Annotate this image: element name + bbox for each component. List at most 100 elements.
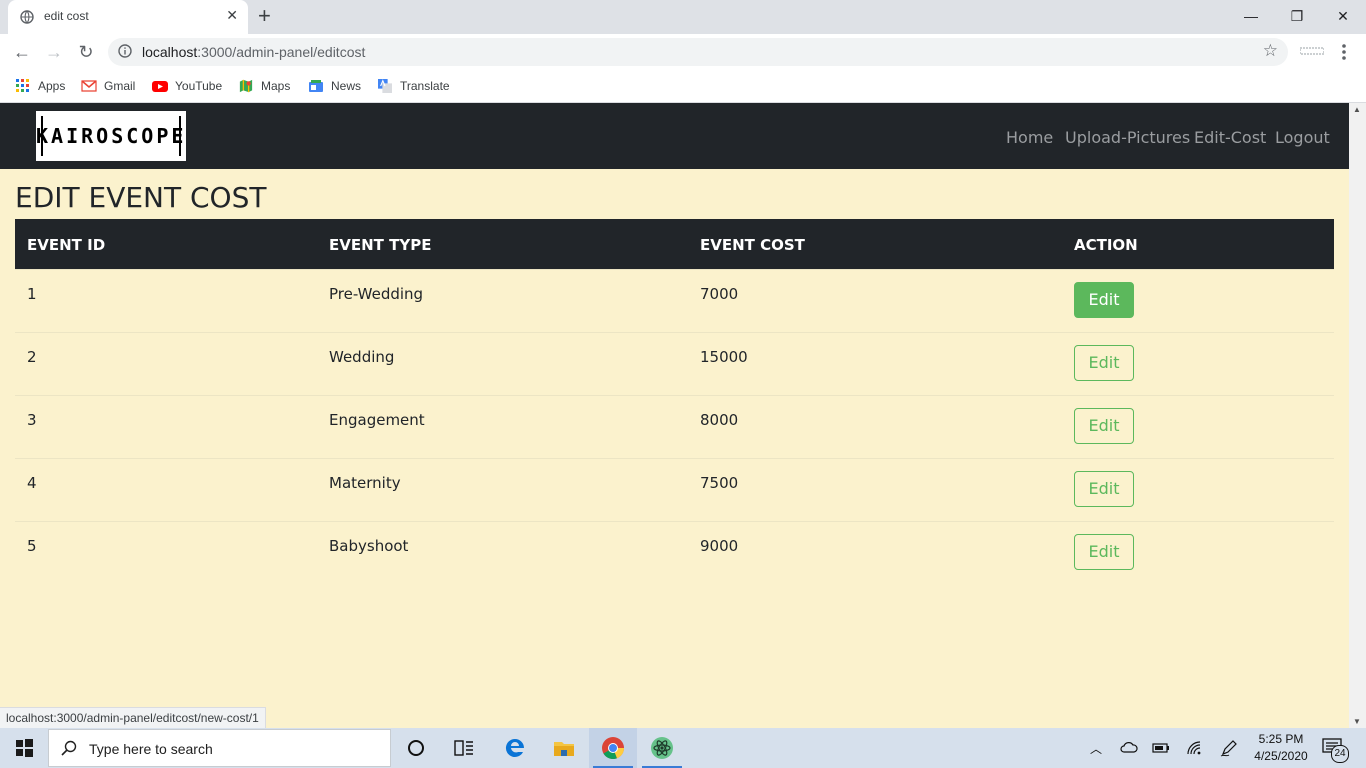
task-view-icon bbox=[454, 740, 473, 756]
bookmark-label: News bbox=[331, 79, 362, 93]
nav-link-home[interactable]: Home bbox=[1006, 128, 1053, 147]
browser-tab[interactable]: edit cost ✕ bbox=[8, 0, 248, 34]
minimize-button[interactable]: — bbox=[1228, 4, 1274, 30]
bookmark-label: Apps bbox=[38, 79, 66, 93]
wifi-icon[interactable] bbox=[1186, 740, 1202, 756]
bookmark-label: Maps bbox=[261, 79, 291, 93]
event-type-cell: Babyshoot bbox=[329, 537, 409, 555]
atom-taskbar-button[interactable] bbox=[638, 728, 686, 768]
pen-ink-icon[interactable] bbox=[1220, 739, 1238, 757]
event-id-cell: 5 bbox=[27, 537, 37, 555]
file-explorer-taskbar-button[interactable] bbox=[540, 728, 588, 768]
tab-close-icon[interactable]: ✕ bbox=[226, 7, 238, 24]
edit-button[interactable]: Edit bbox=[1074, 471, 1134, 507]
column-header-event-cost: EVENT COST bbox=[700, 236, 805, 254]
event-cost-cell: 9000 bbox=[700, 537, 739, 555]
new-tab-button[interactable]: + bbox=[258, 3, 271, 29]
edit-button[interactable]: Edit bbox=[1074, 534, 1134, 570]
event-id-cell: 2 bbox=[27, 348, 37, 366]
nav-link-logout[interactable]: Logout bbox=[1275, 128, 1330, 147]
edit-button[interactable]: Edit bbox=[1074, 282, 1134, 318]
event-cost-cell: 7500 bbox=[700, 474, 739, 492]
event-type-cell: Pre-Wedding bbox=[329, 285, 424, 303]
event-id-cell: 4 bbox=[27, 474, 37, 492]
nav-link-upload-pictures[interactable]: Upload-Pictures bbox=[1065, 128, 1190, 147]
bookmark-news[interactable]: News bbox=[308, 77, 361, 95]
tray-chevron-icon[interactable]: ︿ bbox=[1090, 740, 1102, 757]
scroll-up-icon[interactable]: ▲ bbox=[1353, 105, 1361, 114]
edge-taskbar-button[interactable] bbox=[491, 728, 539, 768]
page-scrollbar[interactable]: ▲ ▼ bbox=[1349, 103, 1366, 728]
bookmark-star-icon[interactable]: ☆ bbox=[1263, 41, 1278, 61]
event-cost-cell: 7000 bbox=[700, 285, 739, 303]
maps-icon bbox=[239, 79, 253, 93]
page-title: EDIT EVENT COST bbox=[15, 181, 267, 214]
notification-count-badge: 24 bbox=[1331, 745, 1349, 763]
windows-start-icon[interactable] bbox=[0, 728, 48, 768]
site-logo[interactable]: KAIROSCOPE bbox=[36, 111, 186, 161]
chrome-taskbar-button[interactable] bbox=[589, 728, 637, 768]
bookmark-youtube[interactable]: YouTube bbox=[152, 77, 222, 95]
address-bar[interactable]: localhost:3000/admin-panel/editcost ☆ bbox=[108, 38, 1288, 66]
apps-grid-icon bbox=[16, 79, 29, 92]
tab-title: edit cost bbox=[44, 9, 89, 23]
table-row: 3 Engagement 8000 Edit bbox=[15, 395, 1334, 459]
extension-icon[interactable] bbox=[1300, 47, 1324, 55]
translate-icon bbox=[378, 79, 392, 93]
nav-link-edit-cost[interactable]: Edit-Cost bbox=[1194, 128, 1266, 147]
edit-button[interactable]: Edit bbox=[1074, 408, 1134, 444]
column-header-event-id: EVENT ID bbox=[27, 236, 106, 254]
event-id-cell: 3 bbox=[27, 411, 37, 429]
edit-button[interactable]: Edit bbox=[1074, 345, 1134, 381]
logo-text: KAIROSCOPE bbox=[36, 124, 187, 148]
forward-button[interactable]: → bbox=[42, 40, 66, 64]
battery-icon[interactable] bbox=[1152, 742, 1170, 754]
search-icon bbox=[61, 740, 77, 756]
link-status-bar: localhost:3000/admin-panel/editcost/new-… bbox=[0, 707, 266, 730]
search-placeholder: Type here to search bbox=[89, 741, 213, 757]
table-header: EVENT ID EVENT TYPE EVENT COST ACTION bbox=[15, 219, 1334, 269]
globe-icon bbox=[20, 10, 34, 24]
news-icon bbox=[309, 80, 323, 92]
event-type-cell: Wedding bbox=[329, 348, 395, 366]
column-header-event-type: EVENT TYPE bbox=[329, 236, 432, 254]
folder-icon bbox=[554, 742, 574, 756]
table-row: 1 Pre-Wedding 7000 Edit bbox=[15, 269, 1334, 333]
taskbar-search-box[interactable]: Type here to search bbox=[48, 729, 391, 767]
clock-time: 5:25 PM bbox=[1258, 732, 1304, 746]
event-type-cell: Engagement bbox=[329, 411, 425, 429]
restore-button[interactable]: ❐ bbox=[1274, 4, 1320, 30]
scroll-down-icon[interactable]: ▼ bbox=[1353, 717, 1361, 726]
cortana-button[interactable] bbox=[392, 728, 440, 768]
bookmark-label: YouTube bbox=[175, 79, 223, 93]
clock-date: 4/25/2020 bbox=[1254, 749, 1308, 763]
url-host: localhost bbox=[142, 44, 198, 60]
onedrive-icon[interactable] bbox=[1120, 741, 1138, 753]
edge-icon bbox=[505, 738, 524, 757]
url-text: localhost:3000/admin-panel/editcost bbox=[142, 44, 365, 60]
atom-icon bbox=[651, 737, 673, 759]
info-icon[interactable] bbox=[118, 44, 132, 58]
browser-menu-icon[interactable] bbox=[1336, 40, 1352, 64]
bookmark-translate[interactable]: Translate bbox=[377, 77, 450, 95]
notification-center-button[interactable]: 24 bbox=[1322, 738, 1349, 763]
task-view-button[interactable] bbox=[440, 728, 488, 768]
event-type-cell: Maternity bbox=[329, 474, 401, 492]
close-window-button[interactable]: ✕ bbox=[1320, 4, 1366, 30]
bookmark-maps[interactable]: Maps bbox=[238, 77, 290, 95]
back-button[interactable]: ← bbox=[10, 40, 34, 64]
page-content: KAIROSCOPE Home Upload-Pictures Edit-Cos… bbox=[0, 103, 1349, 728]
reload-button[interactable]: ↻ bbox=[74, 40, 98, 64]
url-path: :3000/admin-panel/editcost bbox=[197, 44, 366, 60]
bookmark-label: Translate bbox=[400, 79, 450, 93]
site-navbar: KAIROSCOPE Home Upload-Pictures Edit-Cos… bbox=[0, 103, 1349, 169]
chrome-icon bbox=[602, 737, 625, 760]
event-id-cell: 1 bbox=[27, 285, 37, 303]
gmail-icon bbox=[81, 80, 97, 92]
table-row: 5 Babyshoot 9000 Edit bbox=[15, 521, 1334, 585]
taskbar-clock[interactable]: 5:25 PM 4/25/2020 bbox=[1250, 731, 1312, 765]
bookmark-gmail[interactable]: Gmail bbox=[81, 77, 135, 95]
event-cost-cell: 15000 bbox=[700, 348, 748, 366]
table-row: 2 Wedding 15000 Edit bbox=[15, 332, 1334, 396]
bookmark-apps[interactable]: Apps bbox=[15, 77, 65, 95]
